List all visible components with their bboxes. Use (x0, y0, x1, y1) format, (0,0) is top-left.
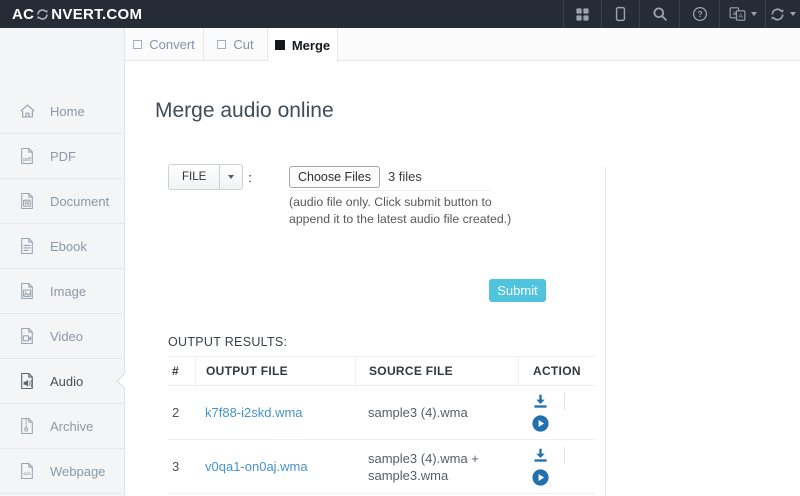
row-number: 2 (168, 405, 195, 420)
audio-file-icon (19, 372, 37, 390)
help-icon[interactable]: ? (679, 0, 719, 28)
content-scroll-divider (605, 167, 606, 496)
caret-down-icon (790, 12, 796, 16)
square-outline-icon (217, 40, 226, 49)
action-cell (518, 447, 595, 486)
page-title: Merge audio online (155, 99, 334, 123)
output-file-link[interactable]: v0qa1-on0aj.wma (205, 459, 308, 474)
table-row: 3 v0qa1-on0aj.wma sample3 (4).wma + samp… (168, 440, 595, 494)
download-icon (532, 393, 549, 410)
file-source-dropdown[interactable]: FILE (168, 164, 243, 190)
svg-text:A: A (738, 13, 743, 20)
caret-down-icon (751, 12, 757, 16)
sidebar-item-label: Home (50, 104, 85, 119)
home-icon (19, 103, 37, 119)
logo-sync-icon (36, 8, 49, 21)
file-source-label: FILE (169, 165, 219, 189)
sidebar-item-webpage[interactable]: </> Webpage (0, 449, 124, 494)
dropdown-caret (219, 165, 242, 189)
square-outline-icon (133, 40, 142, 49)
action-cell (518, 393, 595, 432)
play-icon (532, 415, 549, 432)
sidebar-item-archive[interactable]: Archive (0, 404, 124, 449)
form-hint-text: (audio file only. Click submit button to… (289, 194, 517, 227)
choose-files-button[interactable]: Choose Files (289, 166, 380, 188)
mobile-device-icon[interactable] (601, 0, 639, 28)
square-filled-icon (275, 40, 285, 50)
tab-cut[interactable]: Cut (204, 28, 268, 61)
column-header-source-file: SOURCE FILE (355, 357, 518, 385)
sidebar-item-pdf[interactable]: pdf PDF (0, 134, 124, 179)
download-icon (532, 447, 549, 464)
output-file-link[interactable]: k7f88-i2skd.wma (205, 405, 303, 420)
sidebar: Home pdf PDF W Document Ebook (0, 28, 125, 496)
sidebar-item-ebook[interactable]: Ebook (0, 224, 124, 269)
selected-files-count: 3 files (388, 169, 422, 184)
svg-text:pdf: pdf (23, 157, 31, 163)
table-row: 2 k7f88-i2skd.wma sample3 (4).wma (168, 386, 595, 440)
sidebar-item-label: Audio (50, 374, 83, 389)
tab-convert[interactable]: Convert (125, 28, 204, 61)
table-header-row: # OUTPUT FILE SOURCE FILE ACTION (168, 356, 595, 386)
play-button[interactable] (532, 415, 549, 432)
logo-text-suffix: NVERT.COM (51, 6, 142, 23)
sidebar-item-label: Document (50, 194, 109, 209)
sidebar-item-label: PDF (50, 149, 76, 164)
sidebar-item-home[interactable]: Home (0, 89, 124, 134)
column-header-action: ACTION (518, 357, 595, 385)
svg-text:?: ? (697, 9, 702, 19)
sidebar-item-document[interactable]: W Document (0, 179, 124, 224)
webpage-file-icon: </> (19, 462, 37, 480)
sidebar-item-image[interactable]: Image (0, 269, 124, 314)
tab-label: Merge (292, 38, 330, 53)
source-file-cell: sample3 (4).wma (355, 404, 518, 421)
video-file-icon (19, 327, 37, 345)
column-header-output-file: OUTPUT FILE (195, 357, 355, 385)
apps-grid-icon[interactable] (563, 0, 601, 28)
language-icon[interactable]: a A (719, 0, 765, 28)
colon-separator: : (248, 170, 252, 185)
download-button[interactable] (532, 393, 549, 410)
document-file-icon: W (19, 192, 37, 210)
play-button[interactable] (532, 469, 549, 486)
sidebar-item-label: Webpage (50, 464, 105, 479)
svg-text:</>: </> (23, 472, 31, 478)
tab-label: Cut (233, 37, 253, 52)
tab-label: Convert (149, 37, 195, 52)
main-content: Merge audio online FILE : Choose Files 3… (125, 61, 800, 496)
sidebar-item-label: Archive (50, 419, 93, 434)
logo-text-prefix: AC (12, 6, 34, 23)
column-header-num: # (168, 364, 195, 378)
file-input-zone: Choose Files 3 files (289, 163, 490, 191)
ebook-file-icon (19, 237, 37, 255)
svg-text:W: W (25, 201, 30, 207)
play-icon (532, 469, 549, 486)
tab-merge[interactable]: Merge (268, 28, 338, 62)
submit-button[interactable]: Submit (489, 279, 546, 302)
sidebar-item-video[interactable]: Video (0, 314, 124, 359)
output-results-label: OUTPUT RESULTS: (168, 335, 287, 349)
image-file-icon (19, 282, 37, 300)
sidebar-item-label: Ebook (50, 239, 87, 254)
pdf-file-icon: pdf (19, 147, 37, 165)
site-logo[interactable]: AC NVERT.COM (12, 6, 142, 23)
tab-bar: Convert Cut Merge (125, 28, 800, 61)
output-results-table: # OUTPUT FILE SOURCE FILE ACTION 2 k7f88… (168, 356, 595, 494)
archive-file-icon (19, 417, 37, 435)
refresh-icon[interactable] (765, 0, 800, 28)
search-icon[interactable] (639, 0, 679, 28)
sidebar-item-label: Image (50, 284, 86, 299)
top-header: AC NVERT.COM (0, 0, 800, 28)
merge-form-row: FILE : (168, 164, 252, 190)
download-button[interactable] (532, 447, 549, 464)
header-icon-bar: ? a A (563, 0, 800, 28)
row-number: 3 (168, 459, 195, 474)
source-file-cell: sample3 (4).wma + sample3.wma (355, 450, 518, 484)
sidebar-item-label: Video (50, 329, 83, 344)
sidebar-item-audio[interactable]: Audio (0, 359, 124, 404)
